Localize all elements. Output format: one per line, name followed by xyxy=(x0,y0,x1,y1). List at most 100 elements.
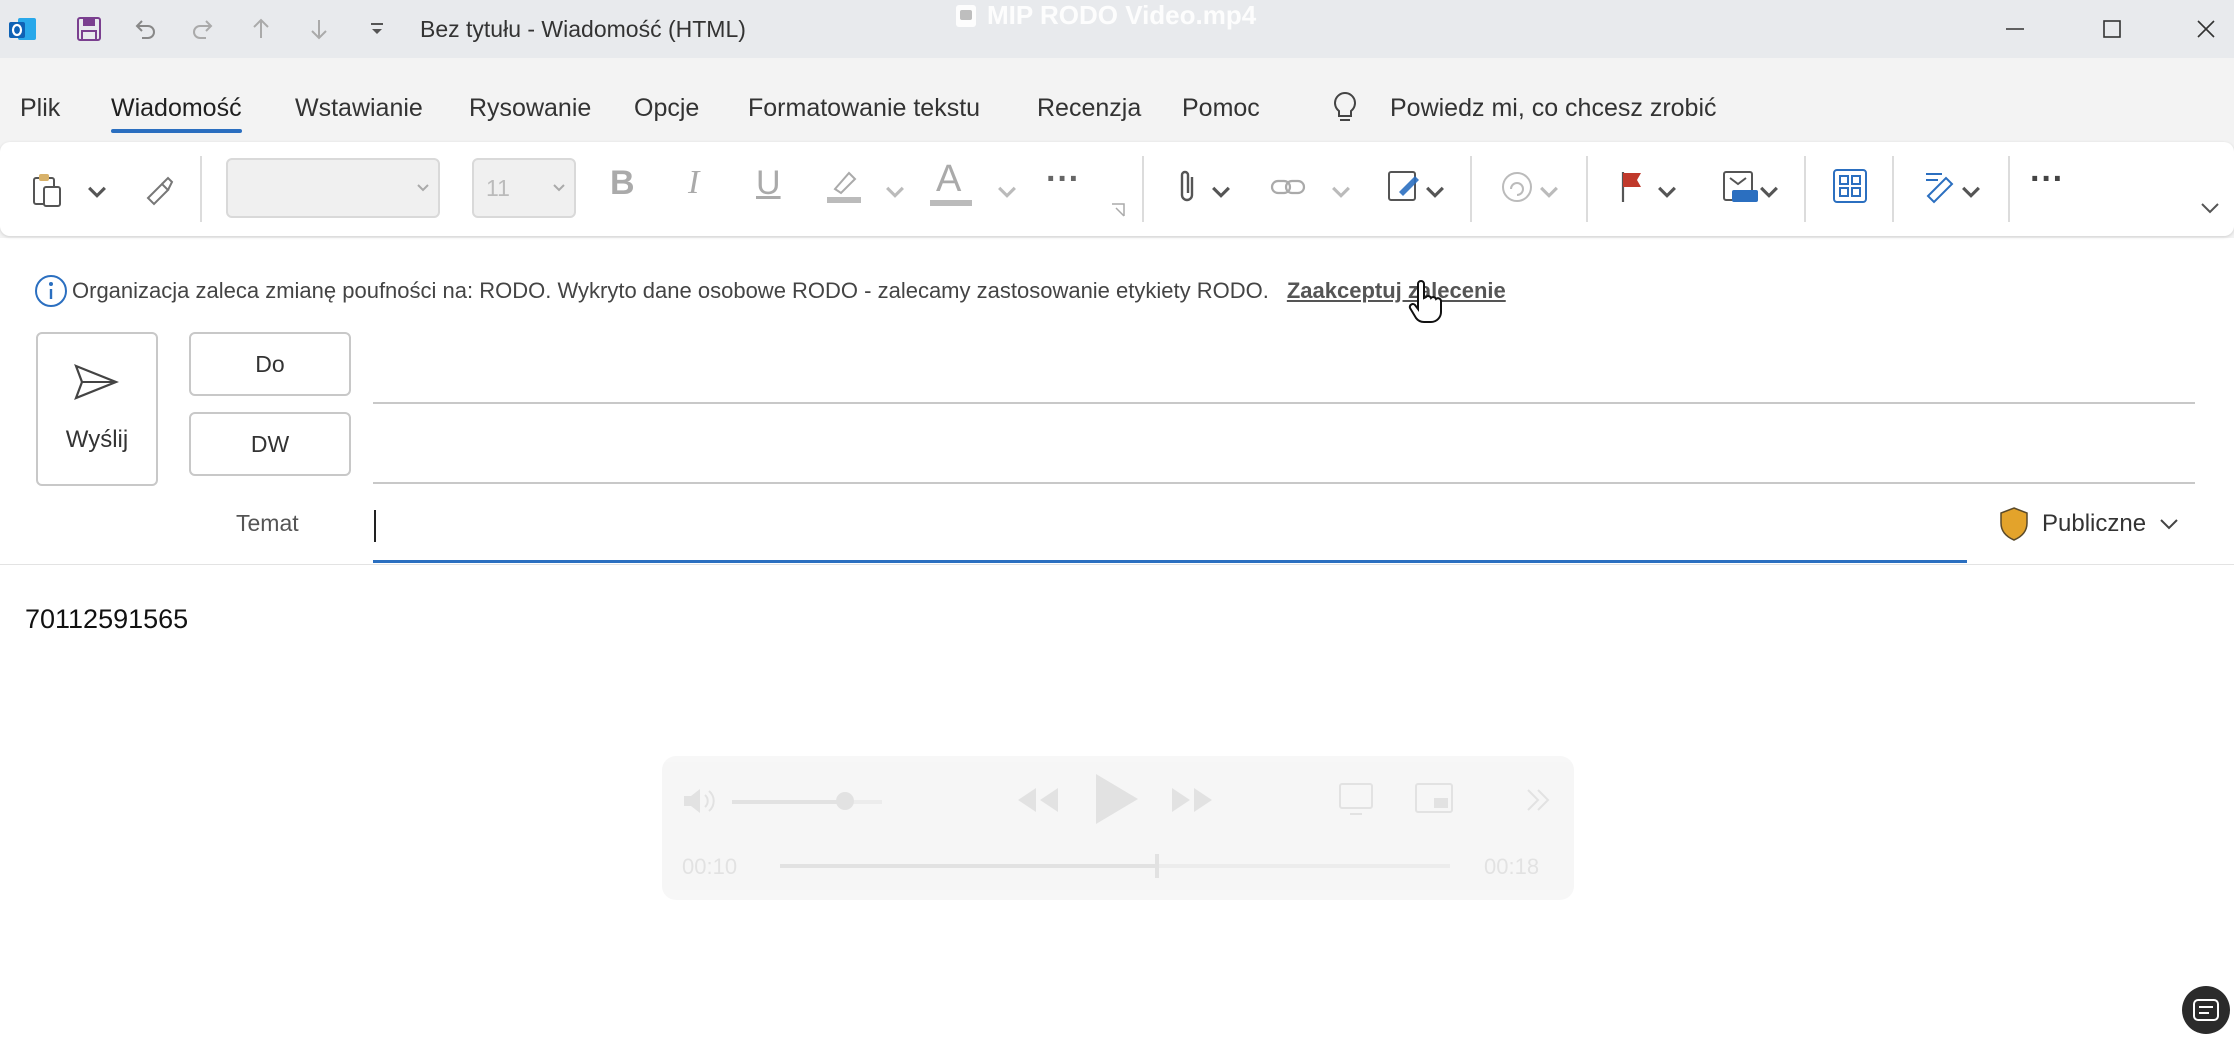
attach-dropdown-icon[interactable] xyxy=(1210,180,1232,202)
cc-field[interactable] xyxy=(373,420,2193,480)
save-icon[interactable] xyxy=(68,8,110,50)
sensitivity-label-text: Publiczne xyxy=(2042,510,2147,537)
info-icon xyxy=(35,275,67,307)
picture-in-picture-icon[interactable] xyxy=(1414,782,1454,816)
tab-formatowanie-tekstu[interactable]: Formatowanie tekstu xyxy=(748,94,980,123)
volume-knob[interactable] xyxy=(835,792,854,810)
fast-forward-icon[interactable] xyxy=(1170,784,1214,816)
font-size-value: 11 xyxy=(486,175,510,201)
outlook-logo-icon xyxy=(2,8,44,50)
font-size-combo[interactable]: 11 xyxy=(472,158,576,218)
italic-button[interactable]: I xyxy=(688,164,699,202)
font-color-bar xyxy=(930,200,972,206)
more-chevron-icon[interactable] xyxy=(1524,786,1554,814)
hand-cursor-icon xyxy=(1408,280,1444,329)
highlight-dropdown-icon[interactable] xyxy=(884,180,906,202)
tab-wiadomosc[interactable]: Wiadomość xyxy=(111,94,242,133)
to-button[interactable]: Do xyxy=(189,332,351,396)
font-color-icon[interactable]: A xyxy=(936,158,961,201)
tab-plik[interactable]: Plik xyxy=(20,94,60,123)
tab-recenzja[interactable]: Recenzja xyxy=(1037,94,1141,123)
signature-dropdown-icon[interactable] xyxy=(1424,180,1446,202)
up-arrow-icon[interactable] xyxy=(240,8,282,50)
video-title-text: MIP RODO Video.mp4 xyxy=(987,0,1257,30)
close-icon[interactable] xyxy=(2176,8,2234,50)
seek-handle[interactable] xyxy=(1155,854,1160,878)
cc-button[interactable]: DW xyxy=(189,412,351,476)
video-controls-overlay: 00:10 00:18 xyxy=(662,756,1574,900)
sensitivity-label-button[interactable]: Publiczne xyxy=(1998,504,2180,544)
bold-button[interactable]: B xyxy=(610,164,635,203)
sensitivity-icon[interactable] xyxy=(1716,162,1764,210)
tab-rysowanie[interactable]: Rysowanie xyxy=(469,94,591,123)
lightbulb-icon xyxy=(1330,90,1360,129)
paste-dropdown-icon[interactable] xyxy=(86,180,108,202)
subject-underline xyxy=(373,560,1967,563)
redo-icon[interactable] xyxy=(182,8,224,50)
down-arrow-icon[interactable] xyxy=(298,8,340,50)
ribbon-separator xyxy=(1804,156,1806,222)
recommendation-text: Organizacja zaleca zmianę poufności na: … xyxy=(72,278,1269,303)
to-field[interactable] xyxy=(373,340,2193,400)
tab-pomoc[interactable]: Pomoc xyxy=(1182,94,1260,123)
chevron-down-icon xyxy=(2160,519,2178,530)
rewind-icon[interactable] xyxy=(1016,784,1060,816)
tab-wstawianie[interactable]: Wstawianie xyxy=(295,94,423,123)
font-name-combo[interactable] xyxy=(226,158,440,218)
highlight-icon[interactable] xyxy=(820,162,866,208)
underline-button[interactable]: U xyxy=(756,164,781,203)
volume-icon[interactable] xyxy=(682,786,718,816)
elapsed-time: 00:10 xyxy=(682,854,738,879)
text-caret xyxy=(374,510,376,542)
customize-quick-access-icon[interactable] xyxy=(356,8,398,50)
editor-dropdown-icon[interactable] xyxy=(1960,180,1982,202)
video-file-icon xyxy=(956,4,976,27)
more-commands-button[interactable]: ··· xyxy=(2030,160,2064,199)
captions-icon xyxy=(2193,999,2219,1021)
more-text-options-button[interactable]: ··· xyxy=(1046,160,1080,199)
collapse-ribbon-icon[interactable] xyxy=(2198,196,2222,220)
video-title: MIP RODO Video.mp4 xyxy=(955,0,1256,31)
dialog-launcher-icon[interactable] xyxy=(1110,202,1126,218)
minimize-icon[interactable] xyxy=(1985,8,2045,50)
accept-recommendation-link[interactable]: Zaakceptuj zalecenie xyxy=(1287,278,1506,304)
maximize-icon[interactable] xyxy=(2082,8,2142,50)
link-dropdown-icon[interactable] xyxy=(1330,180,1352,202)
link-icon[interactable] xyxy=(1264,164,1312,210)
flag-dropdown-icon[interactable] xyxy=(1656,180,1678,202)
ribbon-separator xyxy=(2008,156,2010,222)
tab-opcje[interactable]: Opcje xyxy=(634,94,699,123)
loop-icon[interactable] xyxy=(1494,164,1540,210)
ribbon-separator xyxy=(200,156,202,222)
tell-me-search[interactable]: Powiedz mi, co chcesz zrobić xyxy=(1390,94,1717,123)
signature-icon[interactable] xyxy=(1382,162,1428,210)
chevron-down-icon xyxy=(553,184,565,192)
paste-icon[interactable] xyxy=(24,166,72,214)
attach-file-icon[interactable] xyxy=(1166,164,1210,210)
cast-icon[interactable] xyxy=(1338,782,1374,816)
subject-input[interactable] xyxy=(373,500,1963,560)
undo-icon[interactable] xyxy=(124,8,166,50)
font-color-dropdown-icon[interactable] xyxy=(996,180,1018,202)
send-button[interactable]: Wyślij xyxy=(36,332,158,486)
total-time: 00:18 xyxy=(1484,854,1540,879)
ribbon-separator xyxy=(1470,156,1472,222)
to-field-underline xyxy=(373,402,2195,404)
ribbon-separator xyxy=(1142,156,1144,222)
header-divider xyxy=(0,564,2234,565)
editor-icon[interactable] xyxy=(1916,162,1964,210)
ribbon-separator xyxy=(1586,156,1588,222)
subject-label: Temat xyxy=(236,510,299,536)
accessibility-helper-button[interactable] xyxy=(2182,986,2230,1034)
play-icon[interactable] xyxy=(1090,772,1140,826)
apps-icon[interactable] xyxy=(1826,162,1874,210)
seek-track[interactable] xyxy=(780,864,1450,868)
message-body-text[interactable]: 70112591565 xyxy=(25,604,188,635)
loop-dropdown-icon[interactable] xyxy=(1538,180,1560,202)
window-title: Bez tytułu - Wiadomość (HTML) xyxy=(420,16,746,42)
ribbon-tabs: Plik Wiadomość Wstawianie Rysowanie Opcj… xyxy=(0,58,2234,138)
format-painter-icon[interactable] xyxy=(134,166,182,214)
shield-icon xyxy=(2000,507,2028,541)
sensitivity-dropdown-icon[interactable] xyxy=(1758,180,1780,202)
flag-icon[interactable] xyxy=(1610,162,1656,210)
